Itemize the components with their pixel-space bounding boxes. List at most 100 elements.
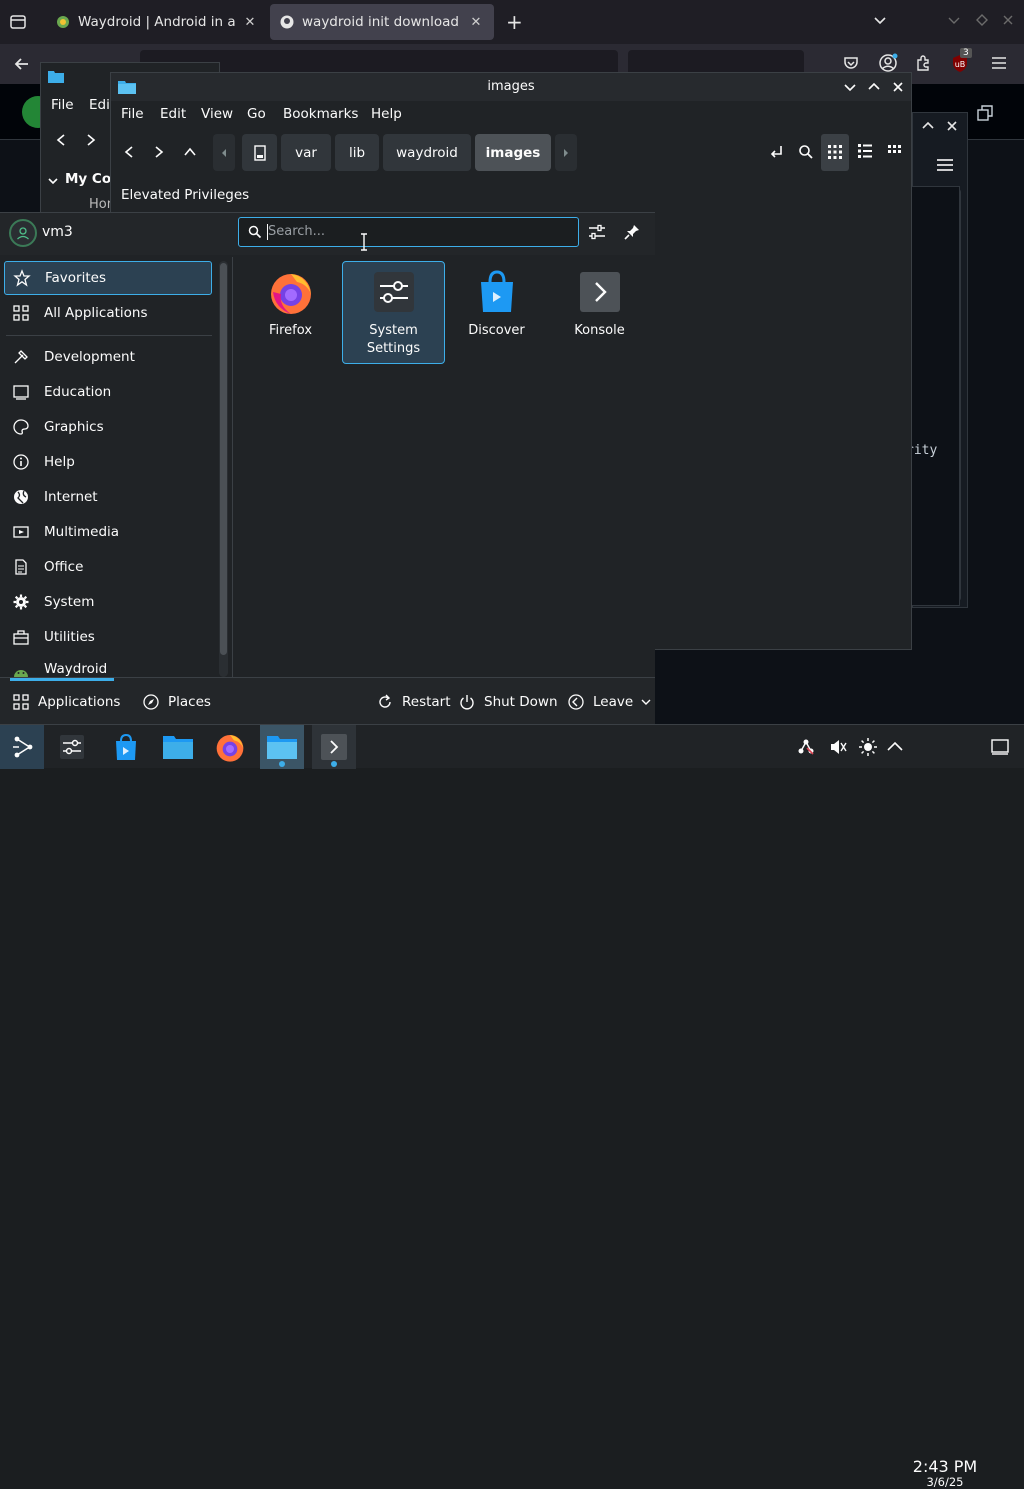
menu-file[interactable]: File <box>51 97 74 113</box>
menu-help[interactable]: Help <box>371 106 402 122</box>
avatar[interactable] <box>9 219 37 247</box>
tab-list-icon[interactable] <box>8 12 28 32</box>
taskbar-system-settings[interactable] <box>50 725 94 769</box>
minimize-icon[interactable] <box>843 80 857 94</box>
breadcrumb-waydroid[interactable]: waydroid <box>383 134 471 171</box>
category-multimedia[interactable]: Multimedia <box>4 515 212 549</box>
taskbar-firefox[interactable] <box>208 725 252 769</box>
category-scrollbar-thumb[interactable] <box>220 263 227 655</box>
search-icon[interactable] <box>797 143 815 161</box>
window-title: images <box>487 79 535 94</box>
taskbar-dolphin-active[interactable] <box>260 725 304 769</box>
search-placeholder: Search... <box>268 224 326 239</box>
category-office[interactable]: Office <box>4 550 212 584</box>
category-favorites[interactable]: Favorites <box>4 261 212 295</box>
category-education[interactable]: Education <box>4 375 212 409</box>
back-icon[interactable] <box>12 54 32 74</box>
new-tab-icon[interactable]: + <box>506 10 523 34</box>
search-icon <box>248 225 262 239</box>
back-icon[interactable] <box>123 145 135 159</box>
close-tab-icon[interactable]: ✕ <box>468 15 484 30</box>
forward-icon[interactable] <box>85 133 97 147</box>
hamburger-menu-icon[interactable] <box>990 55 1008 71</box>
maximize-icon[interactable] <box>974 12 990 28</box>
app-system-settings[interactable]: System Settings <box>342 261 445 364</box>
icons-view-button[interactable] <box>821 134 849 171</box>
menu-file[interactable]: File <box>121 106 144 122</box>
app-firefox[interactable]: Firefox <box>239 261 342 364</box>
category-utilities[interactable]: Utilities <box>4 620 212 654</box>
list-all-tabs-icon[interactable] <box>872 12 888 28</box>
breadcrumb-images[interactable]: images <box>475 134 551 171</box>
category-development[interactable]: Development <box>4 340 212 374</box>
volume-muted-icon[interactable] <box>828 737 848 757</box>
menu-icon[interactable] <box>935 157 955 173</box>
breadcrumb-lib[interactable]: lib <box>335 134 379 171</box>
close-window-icon[interactable] <box>1000 12 1016 28</box>
extensions-icon[interactable] <box>914 54 932 72</box>
leave-button[interactable]: Leave <box>567 678 651 726</box>
pin-icon[interactable] <box>623 223 641 241</box>
app-konsole[interactable]: Konsole <box>548 261 651 364</box>
search-input[interactable]: Search... <box>238 217 579 247</box>
category-all-applications[interactable]: All Applications <box>4 296 212 330</box>
clock-date[interactable]: 3/6/25 <box>912 1475 978 1489</box>
window-restore-icon[interactable] <box>976 104 994 122</box>
configure-icon[interactable] <box>588 223 606 241</box>
close-icon[interactable] <box>891 80 905 94</box>
network-icon[interactable] <box>796 737 816 757</box>
menu-go[interactable]: Go <box>247 106 266 122</box>
up-icon[interactable] <box>183 145 197 159</box>
application-launcher-button[interactable] <box>0 725 44 769</box>
browser-tab-waydroid[interactable]: Waydroid | Android in a Li ✕ <box>46 0 268 44</box>
menu-bookmarks[interactable]: Bookmarks <box>283 106 358 122</box>
document-icon <box>15 559 27 575</box>
elevated-privileges-banner: Elevated Privileges <box>121 187 250 203</box>
details-view-icon[interactable] <box>887 143 905 161</box>
category-label: Multimedia <box>44 524 120 540</box>
menu-view[interactable]: View <box>201 106 233 122</box>
taskbar-discover[interactable] <box>104 725 148 769</box>
terminal-toggle-icon[interactable] <box>767 143 785 161</box>
close-icon[interactable] <box>945 119 959 133</box>
restart-button[interactable]: Restart <box>376 678 451 726</box>
mouse-cursor-icon <box>360 233 368 251</box>
steamdeck-logo-icon <box>13 736 33 758</box>
close-tab-icon[interactable]: ✕ <box>242 15 258 30</box>
breadcrumb-var[interactable]: var <box>281 134 331 171</box>
system-tray-expand-icon[interactable] <box>886 739 904 753</box>
running-indicator <box>279 761 285 767</box>
taskbar-konsole[interactable] <box>312 725 356 769</box>
breadcrumb-scroll-right[interactable] <box>555 134 577 171</box>
ublock-icon[interactable]: uB 3 <box>950 48 972 73</box>
tab-applications[interactable]: Applications <box>12 678 120 726</box>
category-help[interactable]: Help <box>4 445 212 479</box>
category-waydroid[interactable]: Waydroid <box>4 655 212 677</box>
info-icon <box>13 454 29 470</box>
compact-view-icon[interactable] <box>857 143 875 161</box>
tab-title: waydroid init download ge <box>302 14 462 30</box>
account-icon[interactable] <box>878 53 898 73</box>
menu-edit[interactable]: Edit <box>160 106 186 122</box>
category-internet[interactable]: Internet <box>4 480 212 514</box>
category-system[interactable]: System <box>4 585 212 619</box>
back-icon[interactable] <box>55 133 67 147</box>
forward-icon[interactable] <box>153 145 165 159</box>
brightness-icon[interactable] <box>858 737 878 757</box>
breadcrumb-root[interactable] <box>242 134 277 171</box>
show-desktop-icon[interactable] <box>990 738 1010 756</box>
browser-tab-github[interactable]: waydroid init download ge ✕ <box>270 4 494 40</box>
chevron-up-icon[interactable] <box>921 119 935 133</box>
maximize-icon[interactable] <box>867 80 881 94</box>
chevron-down-icon[interactable] <box>47 175 59 187</box>
minimize-icon[interactable] <box>946 12 962 28</box>
taskbar-dolphin[interactable] <box>156 725 200 769</box>
pocket-icon[interactable] <box>842 54 860 72</box>
category-graphics[interactable]: Graphics <box>4 410 212 444</box>
clock-time[interactable]: 2:43 PM <box>912 1457 978 1476</box>
category-label: Help <box>44 454 75 470</box>
shutdown-button[interactable]: Shut Down <box>458 678 558 726</box>
tab-places[interactable]: Places <box>142 678 211 726</box>
breadcrumb-scroll-left[interactable] <box>213 134 235 171</box>
app-discover[interactable]: Discover <box>445 261 548 364</box>
